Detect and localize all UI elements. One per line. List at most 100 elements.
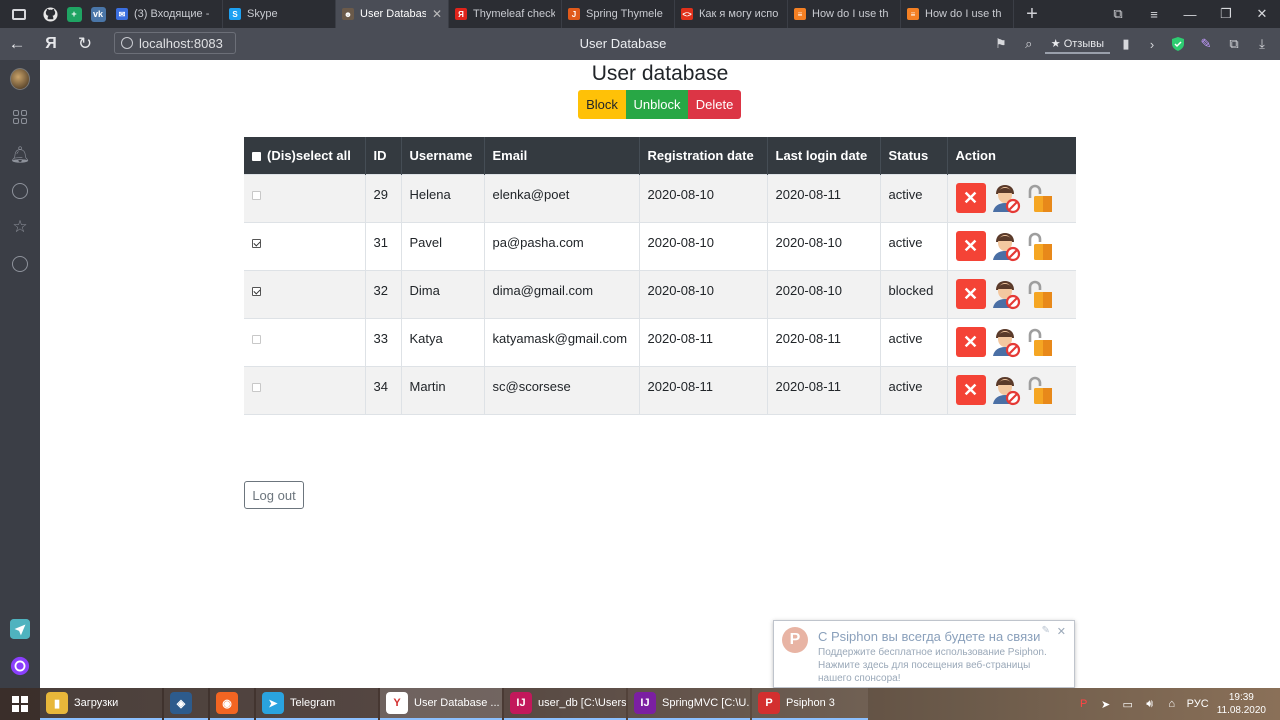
browser-tab[interactable]: J Spring Thymele xyxy=(562,0,675,28)
maximize-button[interactable]: ❐ xyxy=(1208,0,1244,28)
volume-icon[interactable]: 🔊︎ xyxy=(1143,697,1157,711)
last-login-date-cell: 2020-08-10 xyxy=(767,269,881,318)
browser-tab[interactable]: ≡ How do I use th xyxy=(901,0,1014,28)
pinned-tab-github[interactable] xyxy=(38,0,62,28)
feather-icon[interactable]: ✎ xyxy=(1194,32,1218,56)
status-cell: active xyxy=(880,317,948,366)
tab-label: Spring Thymele xyxy=(586,8,663,20)
notification-tray-icon[interactable]: ⌂ xyxy=(1165,697,1179,711)
select-all-header[interactable]: (Dis)select all xyxy=(244,137,366,174)
username-cell: Pavel xyxy=(401,221,485,270)
taskbar-item[interactable]: ➤ Telegram xyxy=(256,688,378,720)
browser-tab[interactable]: <> Как я могу испо xyxy=(675,0,788,28)
new-tab-button[interactable]: + xyxy=(1014,0,1050,28)
close-window-button[interactable]: ✕ xyxy=(1244,0,1280,28)
unlock-user-icon[interactable] xyxy=(1024,374,1056,406)
block-user-icon[interactable] xyxy=(989,326,1021,358)
taskbar-item[interactable]: IJ user_db [C:\Users... xyxy=(504,688,626,720)
menu-icon[interactable]: ≡ xyxy=(1136,0,1172,28)
psiphon-notification[interactable]: P С Psiphon вы всегда будете на связи По… xyxy=(773,620,1075,688)
taskbar-app-icon: IJ xyxy=(510,692,532,714)
taskbar-item[interactable]: ◉ xyxy=(210,688,254,720)
browser-tab[interactable]: S Skype xyxy=(223,0,336,28)
browser-tab[interactable]: ✉ (3) Входящие - xyxy=(110,0,223,28)
psiphon-tray-icon[interactable]: P xyxy=(1077,697,1091,711)
start-button[interactable] xyxy=(0,688,40,720)
alice-icon[interactable] xyxy=(10,656,30,676)
screenshot-icon[interactable]: ⧉ xyxy=(1222,32,1246,56)
profile-avatar[interactable] xyxy=(10,68,30,90)
close-icon[interactable]: ✕ xyxy=(1057,625,1066,638)
pinned-tab-sheets[interactable]: + xyxy=(62,0,86,28)
bell-icon[interactable]: 🔔︎ xyxy=(10,145,30,165)
language-indicator[interactable]: РУС xyxy=(1187,698,1209,710)
taskbar-item[interactable]: ▮ Загрузки xyxy=(40,688,162,720)
play-icon[interactable] xyxy=(10,254,30,274)
unlock-user-icon[interactable] xyxy=(1024,326,1056,358)
taskbar-item-label: Telegram xyxy=(290,697,336,709)
username-cell: Katya xyxy=(401,317,485,366)
tab-label: Как я могу испо xyxy=(699,8,779,20)
status-cell: active xyxy=(880,221,948,270)
browser-tab[interactable]: Я Thymeleaf check xyxy=(449,0,562,28)
delete-user-icon[interactable]: ✕ xyxy=(955,327,986,357)
shield-icon[interactable] xyxy=(1166,32,1190,56)
close-tab-icon[interactable]: ✕ xyxy=(432,7,442,21)
taskbar-item[interactable]: Y User Database ... xyxy=(380,688,502,720)
address-bar[interactable]: localhost:8083 xyxy=(114,32,236,54)
history-icon[interactable] xyxy=(10,181,30,201)
back-button[interactable]: ← xyxy=(0,28,34,60)
block-user-icon[interactable] xyxy=(989,182,1021,214)
unlock-user-icon[interactable] xyxy=(1024,230,1056,262)
delete-user-icon[interactable]: ✕ xyxy=(955,183,986,213)
block-button[interactable]: Block xyxy=(578,90,626,119)
clock[interactable]: 19:39 11.08.2020 xyxy=(1217,691,1266,717)
translate-icon[interactable]: ⚑ xyxy=(989,32,1013,56)
send-app-icon[interactable] xyxy=(10,619,30,639)
taskbar-item[interactable]: IJ SpringMVC [C:\U... xyxy=(628,688,750,720)
row-checkbox[interactable] xyxy=(252,334,261,344)
delete-user-icon[interactable]: ✕ xyxy=(955,231,986,261)
block-user-icon[interactable] xyxy=(989,230,1021,262)
row-checkbox[interactable] xyxy=(252,238,261,248)
delete-user-icon[interactable]: ✕ xyxy=(955,375,986,405)
unlock-user-icon[interactable] xyxy=(1024,278,1056,310)
taskbar-item[interactable]: ◈ xyxy=(164,688,208,720)
pin-icon[interactable]: ✎ xyxy=(1042,625,1050,636)
tab-favicon-icon: ≡ xyxy=(907,8,919,20)
unlock-user-icon[interactable] xyxy=(1024,182,1056,214)
reload-button[interactable]: ↻ xyxy=(68,28,102,60)
block-user-icon[interactable] xyxy=(989,374,1021,406)
pinned-tab-vk[interactable]: vk xyxy=(86,0,110,28)
windows-taskbar: ▮ Загрузки ◈ ◉ ➤ Telegram Y User Database ... IJ… xyxy=(0,688,1280,720)
id-cell: 29 xyxy=(365,173,402,222)
browser-tab[interactable]: ☻ User Databas ✕ xyxy=(336,0,449,28)
taskbar-item[interactable]: P Psiphon 3 xyxy=(752,688,868,720)
tabs-panel-icon[interactable] xyxy=(0,0,38,28)
site-info-icon[interactable] xyxy=(121,37,133,49)
star-icon[interactable]: ☆ xyxy=(10,217,30,237)
delete-user-icon[interactable]: ✕ xyxy=(955,279,986,309)
network-icon[interactable]: ▭ xyxy=(1121,697,1135,711)
minimize-button[interactable]: — xyxy=(1172,0,1208,28)
search-icon[interactable]: ⌕ xyxy=(1017,32,1041,56)
block-user-icon[interactable] xyxy=(989,278,1021,310)
telegram-tray-icon[interactable]: ➤ xyxy=(1099,697,1113,711)
select-all-checkbox[interactable] xyxy=(252,151,261,161)
bookmark-icon[interactable]: ▮ xyxy=(1114,32,1138,56)
row-checkbox[interactable] xyxy=(252,382,261,392)
logout-button[interactable]: Log out xyxy=(244,481,304,509)
taskbar-app-icon: P xyxy=(758,692,780,714)
yandex-icon[interactable]: Я xyxy=(34,28,68,60)
row-checkbox[interactable] xyxy=(252,190,261,200)
email-cell: katyamask@gmail.com xyxy=(484,317,640,366)
id-cell: 33 xyxy=(365,317,402,366)
delete-button[interactable]: Delete xyxy=(688,90,741,119)
row-checkbox[interactable] xyxy=(252,286,261,296)
browser-tab[interactable]: ≡ How do I use th xyxy=(788,0,901,28)
reviews-button[interactable]: ★ Отзывы xyxy=(1044,35,1110,54)
download-icon[interactable]: ⤓ xyxy=(1250,32,1274,56)
collections-icon[interactable]: ⧉ xyxy=(1100,0,1136,28)
grid-icon[interactable] xyxy=(10,107,30,127)
unblock-button[interactable]: Unblock xyxy=(626,90,688,119)
